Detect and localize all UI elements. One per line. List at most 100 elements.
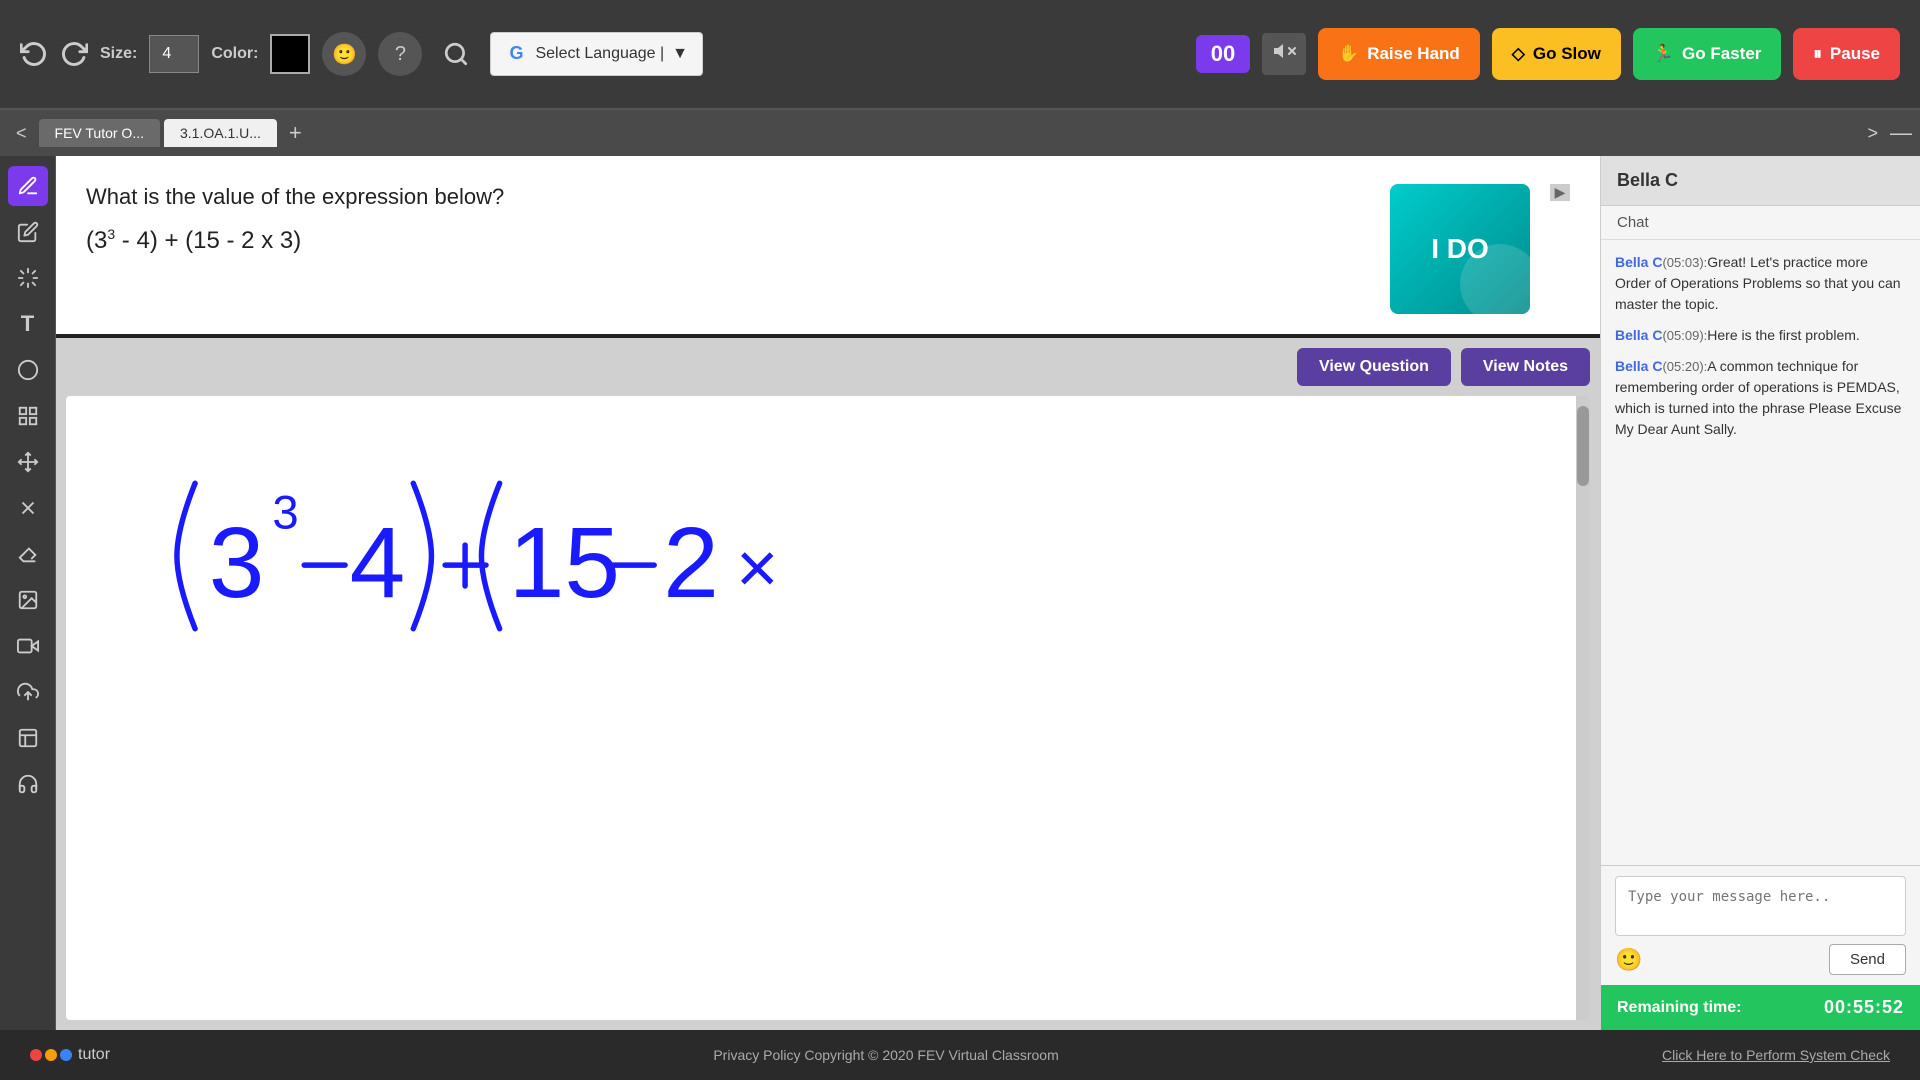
message-sender-3: Bella C bbox=[1615, 358, 1662, 374]
upload-tool[interactable] bbox=[8, 672, 48, 712]
chat-actions: 🙂 Send bbox=[1615, 944, 1906, 975]
volume-button[interactable] bbox=[1262, 33, 1306, 75]
scrollbar-thumb[interactable] bbox=[1577, 406, 1589, 486]
go-faster-icon: 🏃 bbox=[1653, 44, 1674, 64]
pause-label: Pause bbox=[1830, 44, 1880, 64]
whiteboard-container: View Question View Notes 3 3 4 bbox=[56, 338, 1600, 1030]
size-control[interactable] bbox=[149, 35, 199, 73]
question-title: What is the value of the expression belo… bbox=[86, 184, 1370, 210]
math-drawing: 3 3 4 15 bbox=[166, 456, 806, 656]
video-tool[interactable] bbox=[8, 626, 48, 666]
highlighter-tool[interactable] bbox=[8, 212, 48, 252]
chat-message-3: Bella C(05:20):A common technique for re… bbox=[1615, 356, 1906, 440]
timer-label: Remaining time: bbox=[1617, 999, 1741, 1017]
chat-messages: Bella C(05:03):Great! Let's practice mor… bbox=[1601, 240, 1920, 865]
timer-value: 00:55:52 bbox=[1824, 997, 1904, 1018]
mode-label: I DO bbox=[1431, 233, 1489, 265]
message-time-3: (05:20): bbox=[1662, 359, 1707, 374]
headset-tool[interactable] bbox=[8, 764, 48, 804]
tools-sidebar: T bbox=[0, 156, 56, 1030]
svg-text:3: 3 bbox=[209, 507, 265, 619]
svg-text:×: × bbox=[736, 527, 778, 608]
svg-text:15: 15 bbox=[509, 507, 620, 619]
redo-button[interactable] bbox=[60, 40, 88, 68]
tab-oa[interactable]: 3.1.OA.1.U... bbox=[164, 119, 277, 147]
pause-icon: ⏸ bbox=[1813, 44, 1822, 64]
scroll-indicator: ▶ bbox=[1550, 184, 1570, 201]
message-text-2: Here is the first problem. bbox=[1707, 327, 1860, 343]
mode-card: I DO bbox=[1390, 184, 1530, 314]
tab-scroll-right[interactable]: > bbox=[1859, 119, 1886, 148]
right-panel: Bella C Chat Bella C(05:03):Great! Let's… bbox=[1600, 156, 1920, 1030]
text-tool[interactable]: T bbox=[8, 304, 48, 344]
message-sender-1: Bella C bbox=[1615, 254, 1662, 270]
footer-logo-text: tutor bbox=[78, 1046, 110, 1064]
tab-add-button[interactable]: + bbox=[281, 118, 310, 148]
chat-label: Chat bbox=[1601, 206, 1920, 240]
grid-tool[interactable] bbox=[8, 396, 48, 436]
help-button[interactable]: ? bbox=[378, 32, 422, 76]
question-text-block: What is the value of the expression belo… bbox=[86, 184, 1370, 255]
close-tool[interactable] bbox=[8, 488, 48, 528]
pen-tool[interactable] bbox=[8, 166, 48, 206]
send-button[interactable]: Send bbox=[1829, 944, 1906, 975]
emoji-button[interactable]: 🙂 bbox=[1615, 947, 1642, 973]
eraser-tool[interactable] bbox=[8, 534, 48, 574]
whiteboard-scrollbar[interactable] bbox=[1576, 396, 1590, 1020]
chat-message-1: Bella C(05:03):Great! Let's practice mor… bbox=[1615, 252, 1906, 315]
go-faster-button[interactable]: 🏃 Go Faster bbox=[1633, 28, 1782, 80]
language-label: Select Language | bbox=[535, 45, 664, 63]
search-button[interactable] bbox=[434, 32, 478, 76]
question-expression: (33 - 4) + (15 - 2 x 3) bbox=[86, 226, 1370, 255]
dots-logo bbox=[30, 1049, 72, 1061]
whiteboard-toolbar: View Question View Notes bbox=[66, 348, 1590, 386]
chat-input-area: 🙂 Send bbox=[1601, 865, 1920, 985]
timer-badge: 00 bbox=[1196, 35, 1250, 73]
whiteboard[interactable]: 3 3 4 15 bbox=[66, 396, 1590, 1020]
raise-hand-label: Raise Hand bbox=[1367, 44, 1460, 64]
go-slow-button[interactable]: ◇ Go Slow bbox=[1492, 28, 1621, 80]
tab-bar: < FEV Tutor O... 3.1.OA.1.U... + > — bbox=[0, 110, 1920, 156]
sparkle-tool[interactable] bbox=[8, 258, 48, 298]
question-area: What is the value of the expression belo… bbox=[56, 156, 1600, 338]
main-toolbar: Size: Color: 🙂 ? G Select Language | ▼ 0… bbox=[0, 0, 1920, 110]
raise-hand-button[interactable]: ✋ Raise Hand bbox=[1318, 28, 1480, 80]
view-notes-button[interactable]: View Notes bbox=[1461, 348, 1590, 386]
student-name: Bella C bbox=[1601, 156, 1920, 206]
chat-message-2: Bella C(05:09):Here is the first problem… bbox=[1615, 325, 1906, 346]
message-sender-2: Bella C bbox=[1615, 327, 1662, 343]
minimize-button[interactable]: — bbox=[1890, 120, 1912, 146]
go-slow-label: Go Slow bbox=[1533, 44, 1601, 64]
footer-copyright: Privacy Policy Copyright © 2020 FEV Virt… bbox=[713, 1047, 1058, 1063]
center-panel: What is the value of the expression belo… bbox=[56, 156, 1600, 1030]
system-check-link[interactable]: Click Here to Perform System Check bbox=[1662, 1047, 1890, 1063]
view-question-button[interactable]: View Question bbox=[1297, 348, 1451, 386]
dot-yellow bbox=[45, 1049, 57, 1061]
go-faster-label: Go Faster bbox=[1682, 44, 1761, 64]
circle-tool[interactable] bbox=[8, 350, 48, 390]
color-label: Color: bbox=[211, 45, 258, 63]
layout-tool[interactable] bbox=[8, 718, 48, 758]
image-tool[interactable] bbox=[8, 580, 48, 620]
message-time-1: (05:03): bbox=[1662, 255, 1707, 270]
emoji-toolbar-button[interactable]: 🙂 bbox=[322, 32, 366, 76]
language-selector[interactable]: G Select Language | ▼ bbox=[490, 32, 703, 76]
google-icon: G bbox=[505, 43, 527, 65]
svg-text:3: 3 bbox=[272, 487, 298, 540]
dot-blue bbox=[60, 1049, 72, 1061]
footer-logo: tutor bbox=[30, 1046, 110, 1064]
svg-text:2: 2 bbox=[663, 507, 719, 619]
color-picker[interactable] bbox=[270, 34, 310, 74]
main-content: T bbox=[0, 156, 1920, 1030]
footer: tutor Privacy Policy Copyright © 2020 FE… bbox=[0, 1030, 1920, 1080]
pause-button[interactable]: ⏸ Pause bbox=[1793, 28, 1900, 80]
message-time-2: (05:09): bbox=[1662, 328, 1707, 343]
tab-fev-tutor[interactable]: FEV Tutor O... bbox=[39, 119, 160, 147]
size-label: Size: bbox=[100, 45, 137, 63]
chat-input[interactable] bbox=[1615, 876, 1906, 936]
svg-text:4: 4 bbox=[350, 507, 406, 619]
tab-scroll-left[interactable]: < bbox=[8, 119, 35, 148]
size-input[interactable] bbox=[149, 35, 199, 73]
transform-tool[interactable] bbox=[8, 442, 48, 482]
undo-button[interactable] bbox=[20, 40, 48, 68]
